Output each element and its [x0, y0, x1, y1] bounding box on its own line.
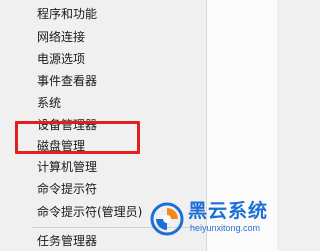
menu-item-command-prompt-admin[interactable]: 命令提示符(管理员): [37, 205, 142, 219]
menu-item-programs-and-features[interactable]: 程序和功能: [37, 7, 97, 21]
menu-item-system[interactable]: 系统: [37, 96, 61, 110]
menu-item-task-manager[interactable]: 任务管理器: [37, 234, 97, 248]
highlight-box: [15, 121, 140, 154]
watermark-logo-icon: [150, 202, 184, 236]
menu-item-network-connections[interactable]: 网络连接: [37, 30, 85, 44]
menu-item-event-viewer[interactable]: 事件查看器: [37, 74, 97, 88]
menu-item-computer-management[interactable]: 计算机管理: [37, 160, 97, 174]
watermark-domain: heiyunxitong.com: [190, 223, 261, 233]
menu-item-power-options[interactable]: 电源选项: [37, 52, 85, 66]
watermark: 黑云系统 heiyunxitong.com: [150, 200, 270, 240]
watermark-brand: 黑云系统: [188, 200, 269, 222]
menu-item-command-prompt[interactable]: 命令提示符: [37, 182, 97, 196]
